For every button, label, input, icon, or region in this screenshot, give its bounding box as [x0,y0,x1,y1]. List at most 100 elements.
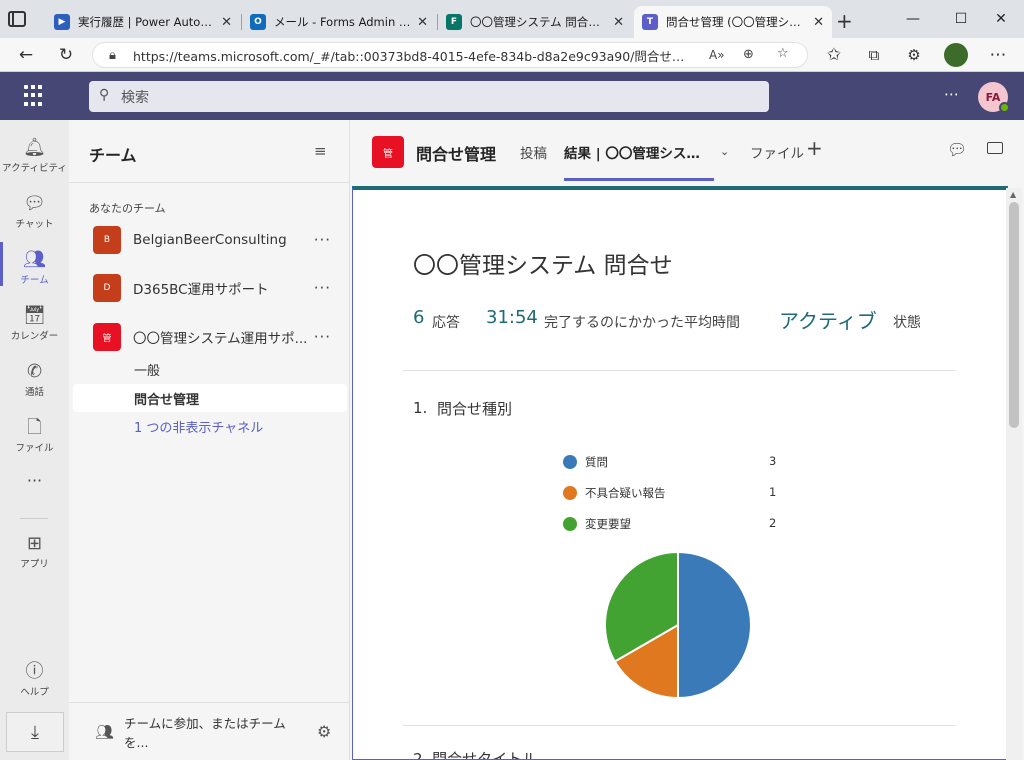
rail-chat[interactable]: 💬︎ チャット [0,186,69,238]
favorite-star-icon[interactable]: ☆ [777,46,789,61]
presence-available-icon [999,102,1010,113]
legend-swatch [563,517,577,531]
status-value: アクティブ [779,309,877,333]
legend-count: 3 [769,454,777,468]
scrollbar-thumb[interactable] [1009,202,1019,428]
more-options-icon[interactable]: ··· [314,279,331,297]
question-title: 問合せ種別 [437,400,513,418]
forms-results-frame: 〇〇管理システム 問合せ 6 応答 31:54 完了するのにかかった平均時間 ア… [352,186,1008,760]
zoom-icon[interactable]: ⊕ [743,47,754,62]
close-icon[interactable]: ✕ [417,15,428,30]
rail-activity[interactable]: 🔔︎ アクティビティ [0,130,69,182]
apps-icon: ⊞ [26,533,43,554]
url-bar[interactable]: 🔒︎ https://teams.microsoft.com/_#/tab::0… [92,42,808,68]
new-tab-button[interactable]: + [836,9,853,33]
form-title: 〇〇管理システム 問合せ [413,253,673,279]
close-icon[interactable]: ✕ [221,15,232,30]
settings-gear-icon[interactable]: ⚙ [317,722,331,741]
section-label: あなたのチーム [89,202,166,215]
download-button[interactable]: ⤓ [6,712,64,752]
legend-item: 変更要望 2 [563,514,783,534]
hidden-channels-link[interactable]: 1 つの非表示チャネル [73,412,347,440]
section-divider [403,370,955,371]
rail-help[interactable]: ⓘ ヘルプ [0,654,69,706]
legend-label: 変更要望 [585,517,631,531]
channel-header: 管 問合せ管理 投稿 結果 | 〇〇管理システ... ⌄ ファイル + 💬︎ [350,120,1024,184]
more-options-icon[interactable]: ··· [314,328,331,346]
sidebar-divider [69,702,350,703]
team-avatar: D [93,274,121,302]
rail-calls[interactable]: ✆ 通話 [0,354,69,406]
more-options-icon[interactable]: ⋯ [944,85,959,103]
add-people-icon: 👥︎ [95,723,115,741]
tab-actions-icon[interactable] [8,11,26,27]
rail-calendar[interactable]: 📅︎ カレンダー [0,298,69,350]
question-title-partial: 2. 問合せタイトル [413,750,538,760]
more-options-icon: ··· [26,470,43,490]
pie-slice [677,550,752,700]
browser-menu-icon[interactable]: ⋯ [984,42,1012,68]
status-label: 状態 [893,315,921,331]
app-rail: 🔔︎ アクティビティ 💬︎ チャット 👥︎ チーム 📅︎ カレンダー ✆ 通話 … [0,120,69,760]
file-icon: 🗋 [27,417,42,438]
team-item[interactable]: D D365BC運用サポート ··· [73,266,347,310]
collections-icon[interactable]: ⧉ [860,42,888,68]
channel-content: 管 問合せ管理 投稿 結果 | 〇〇管理システ... ⌄ ファイル + 💬︎ 〇… [350,120,1024,760]
legend-count: 1 [769,485,777,499]
favorites-icon[interactable]: ✩ [820,42,848,68]
video-call-icon[interactable] [987,142,1003,154]
conversation-icon[interactable]: 💬︎ [947,140,967,159]
chevron-down-icon[interactable]: ⌄ [720,145,729,158]
app-launcher-icon[interactable] [24,85,46,107]
legend-item: 不具合疑い報告 1 [563,483,783,503]
bell-icon: 🔔︎ [23,137,46,158]
browser-tab-forms[interactable]: F 〇〇管理システム 問合せ (プレ ✕ [438,6,632,38]
close-icon[interactable]: ✕ [813,15,824,30]
channel-item-general[interactable]: 一般 [73,355,347,383]
responses-count: 6 [413,307,425,328]
browser-tab-teams[interactable]: T 問合せ管理 (〇〇管理システム ✕ [634,6,832,38]
legend-swatch [563,455,577,469]
join-team-button[interactable]: 👥︎ チームに参加、またはチームを... [95,716,305,750]
filter-icon[interactable]: ≡ [314,142,327,160]
more-options-icon[interactable]: ··· [314,231,331,249]
search-icon: ⚲ [99,87,110,103]
help-icon: ⓘ [25,661,44,682]
tab-files[interactable]: ファイル [750,142,804,162]
channel-item-inquiry[interactable]: 問合せ管理 [73,384,347,412]
browser-tabstrip: ▶ 実行履歴 | Power Automate ✕ O メール - Forms … [0,0,1024,38]
legend-label: 質問 [585,455,608,469]
search-input[interactable]: ⚲ 検索 [89,81,769,112]
rail-files[interactable]: 🗋 ファイル [0,410,69,462]
add-tab-icon[interactable]: + [806,136,823,160]
team-item[interactable]: 管 〇〇管理システム運用サポ... ··· [73,315,347,359]
teams-icon: T [642,14,658,30]
lock-icon: 🔒︎ [109,48,116,63]
rail-divider [20,518,48,519]
calendar-icon: 📅︎ [23,305,46,326]
scroll-up-icon[interactable]: ▲ [1010,190,1016,199]
rail-teams[interactable]: 👥︎ チーム [0,242,69,294]
browser-tab-outlook[interactable]: O メール - Forms Admin - Outlo ✕ [242,6,436,38]
window-close-button[interactable]: ✕ [978,0,1024,38]
browser-tab-power-automate[interactable]: ▶ 実行履歴 | Power Automate ✕ [46,6,240,38]
read-aloud-icon[interactable]: A» [709,48,725,62]
phone-icon: ✆ [26,361,43,382]
sidebar-divider [69,182,350,183]
team-item[interactable]: B BelgianBeerConsulting ··· [73,218,347,262]
outlook-icon: O [250,14,266,30]
scrollbar[interactable]: ▲ [1006,188,1022,760]
rail-more[interactable]: ··· [0,462,69,498]
tab-posts[interactable]: 投稿 [520,142,547,162]
close-icon[interactable]: ✕ [613,15,624,30]
team-avatar: 管 [93,323,121,351]
minimize-button[interactable]: — [890,0,936,38]
avg-time-value: 31:54 [486,307,538,328]
reload-button[interactable]: ↻ [52,42,80,68]
section-divider [403,725,955,726]
tab-results[interactable]: 結果 | 〇〇管理システ... [564,142,708,162]
back-button[interactable]: ← [12,42,40,68]
rail-apps[interactable]: ⊞ アプリ [0,526,69,578]
extensions-icon[interactable]: ⚙ [900,42,928,68]
profile-icon[interactable] [944,43,968,67]
